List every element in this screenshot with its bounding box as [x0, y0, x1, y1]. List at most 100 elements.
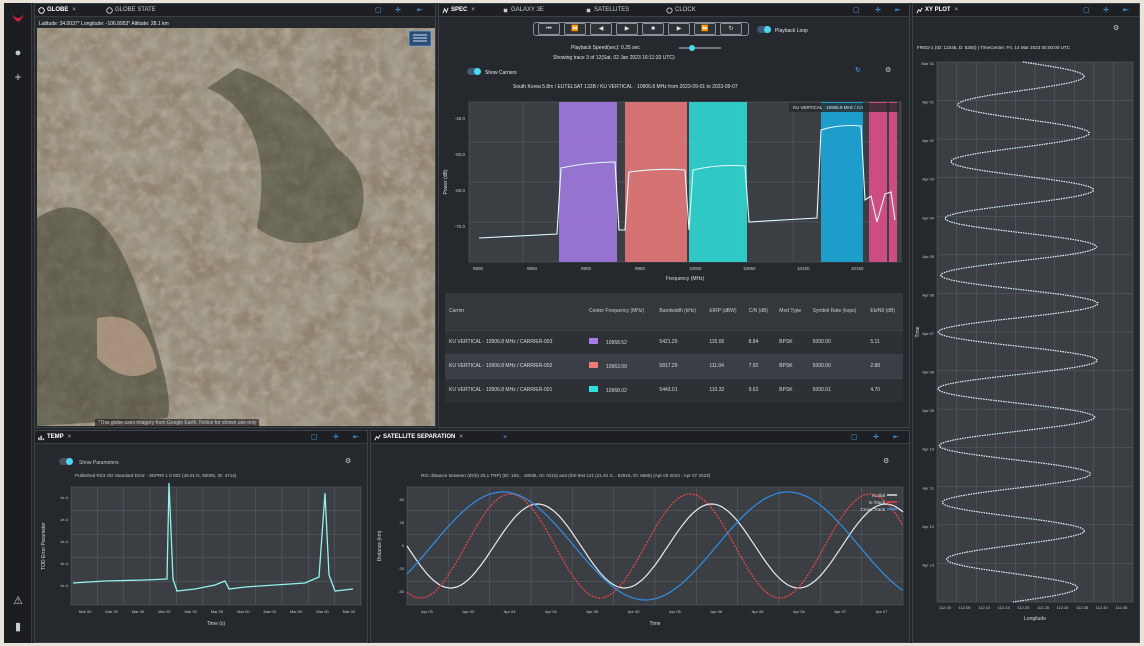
close-icon[interactable]: × [68, 434, 72, 440]
maximize-icon[interactable]: ▢ [375, 5, 382, 16]
slider-thumb[interactable] [689, 45, 695, 51]
play-button[interactable]: ▶ [616, 23, 638, 35]
close-icon[interactable]: × [459, 434, 463, 440]
pin-icon[interactable]: ✛ [1103, 5, 1109, 16]
maximize-icon[interactable]: ▢ [853, 5, 860, 16]
table-row[interactable]: KU VERTICAL · 10906.8 MHz / CARRIER-002 1… [445, 353, 903, 378]
tab-temp[interactable]: TEMP × [37, 432, 71, 443]
rewind-button[interactable]: ⏪ [564, 23, 586, 35]
maximize-icon[interactable]: ▢ [851, 432, 858, 443]
x-tick-label: Apr 07 [834, 609, 847, 614]
cell-text: 5000.01 [812, 387, 831, 394]
user-icon[interactable]: ● [10, 45, 26, 61]
playback-speed-label: Playback Speed(sec): 0.25 sec [571, 45, 640, 51]
temp-tabbar: TEMP × ▢ ✛ ⇤ [35, 431, 367, 444]
x-tick-label: Mar 00 [211, 609, 224, 614]
loop-button[interactable]: ↻ [720, 23, 742, 35]
spectrum-chart[interactable]: -40.0 -50.0 -60.0 -70.0 9800 9850 9900 9950 1000… [439, 90, 910, 290]
carrier-band [689, 102, 747, 262]
column-header[interactable]: Center Frequency (MHz) [585, 293, 656, 330]
playback-speed-slider[interactable] [679, 45, 721, 51]
y-tick-label: -70.0 [455, 224, 466, 229]
tab-clock[interactable]: CLOCK [665, 5, 696, 16]
x-tick-label: Apr 03 [462, 609, 475, 614]
x-tick-label: Mar 00 [79, 609, 92, 614]
info-icon[interactable]: ▮ [10, 619, 26, 635]
maximize-icon[interactable]: ▢ [1083, 5, 1090, 16]
pin-icon[interactable]: ✛ [873, 432, 879, 443]
column-header[interactable]: Bandwidth (kHz) [655, 293, 706, 330]
y-tick-label: 1e-4 [60, 517, 69, 522]
gear-icon[interactable]: ⚙ [883, 457, 889, 465]
tab-xyplot[interactable]: XY PLOT × [915, 5, 958, 16]
maximize-icon[interactable]: ▢ [311, 432, 318, 443]
cell-text: BPSK [779, 339, 793, 345]
split-icon[interactable]: ⇤ [1123, 5, 1129, 16]
table-row[interactable]: KU VERTICAL · 10906.8 MHz / CARRIER-003 1… [445, 329, 903, 354]
column-header[interactable]: Carrier [445, 293, 585, 330]
fast-forward-button[interactable]: ⏩ [694, 23, 716, 35]
pin-icon[interactable]: ✛ [875, 5, 881, 16]
split-icon[interactable]: ⇤ [895, 5, 901, 16]
add-tab-icon[interactable]: + [503, 432, 507, 443]
close-icon[interactable]: × [955, 7, 959, 13]
close-icon[interactable]: × [72, 7, 76, 13]
column-header[interactable]: C/N (dB) [744, 293, 776, 330]
y-axis-label: TOD Error Parameter [41, 522, 47, 570]
split-icon[interactable]: ⇤ [353, 432, 359, 443]
y-tick-label: Apr 07 [922, 331, 935, 336]
x-tick-label: Apr 05 [628, 609, 641, 614]
close-icon[interactable]: × [471, 7, 475, 13]
show-parameters-toggle[interactable] [59, 458, 73, 465]
tab-globe-state[interactable]: GLOBE STATE [105, 5, 156, 16]
tab-globe[interactable]: GLOBE × [37, 5, 76, 16]
carrier-table-body: KU VERTICAL · 10906.8 MHz / CARRIER-003 1… [445, 329, 903, 402]
y-tick-label: -40.0 [455, 116, 466, 121]
xy-chart[interactable]: Mar 31 Apr 01 Apr 02 Apr 03 Apr 04 Apr 05 Apr … [913, 54, 1140, 643]
satellite-icon [503, 8, 508, 13]
satellite-map[interactable] [37, 28, 435, 426]
x-axis-label: Longitude [1024, 616, 1046, 622]
cell-text: 115.00 [709, 339, 725, 345]
y-tick-label: Mar 31 [922, 61, 935, 66]
plus-icon[interactable]: + [10, 69, 26, 85]
y-tick-label: -25 [398, 566, 405, 571]
split-icon[interactable]: ⇤ [893, 432, 899, 443]
tab-separation[interactable]: SATELLITE SEPARATION × [373, 432, 463, 443]
table-row[interactable]: KU VERTICAL · 10906.8 MHz / CARRIER-001 1… [445, 377, 903, 402]
pin-icon[interactable]: ✛ [333, 432, 339, 443]
tab-spec[interactable]: SPEC × [441, 5, 475, 16]
playback-loop-toggle[interactable] [757, 26, 771, 33]
step-forward-button[interactable]: ▶ [668, 23, 690, 35]
x-tick-label: Mar 00 [158, 609, 171, 614]
temp-panel: TEMP × ▢ ✛ ⇤ Show Parameters ⚙ Published … [34, 430, 368, 643]
cell-text: 5817.29 [659, 363, 678, 369]
table-cell: 5817.29 [655, 353, 706, 378]
column-header[interactable]: Mod Type [775, 293, 809, 330]
gear-icon[interactable]: ⚙ [885, 66, 891, 74]
y-tick-label: Apr 03 [922, 177, 935, 182]
skip-start-button[interactable]: ⏮ [538, 23, 560, 35]
column-header[interactable]: EIRP (dBW) [705, 293, 745, 330]
table-cell: BPSK [775, 353, 809, 378]
gear-icon[interactable]: ⚙ [1113, 24, 1119, 32]
column-header[interactable]: Symbol Rate (ksps) [808, 293, 867, 330]
globe-status-readout: Latitude: 34.0037° Longitude: -106.8953°… [39, 21, 169, 27]
x-tick-label: Apr 05 [669, 609, 682, 614]
table-cell: 9.62 [744, 377, 776, 402]
tab-galaxy[interactable]: GALAXY 3E [501, 5, 544, 16]
gear-icon[interactable]: ⚙ [345, 457, 351, 465]
warning-icon[interactable]: ⚠ [10, 593, 26, 609]
x-tick-label: Apr 05 [586, 609, 599, 614]
column-header[interactable]: Eb/N0 (dB) [866, 293, 903, 330]
temp-chart[interactable]: 1e-4 1e-4 1e-4 1e-4 1e-4 Mar 00 Mar 00 Mar 00 Ma… [35, 479, 368, 643]
tab-satellites[interactable]: SATELLITES [584, 5, 629, 16]
stop-button[interactable]: ■ [642, 23, 664, 35]
refresh-icon[interactable]: ↻ [855, 66, 861, 74]
separation-chart[interactable]: Radial In Track Cross Track 50 25 0 -25 -50 Apr … [371, 479, 910, 643]
split-icon[interactable]: ⇤ [417, 5, 423, 16]
cell-text: KU VERTICAL · 10906.8 MHz / CARRIER-002 [449, 363, 553, 369]
pin-icon[interactable]: ✛ [395, 5, 401, 16]
show-carriers-toggle[interactable] [467, 68, 481, 75]
step-back-button[interactable]: ◀ [590, 23, 612, 35]
